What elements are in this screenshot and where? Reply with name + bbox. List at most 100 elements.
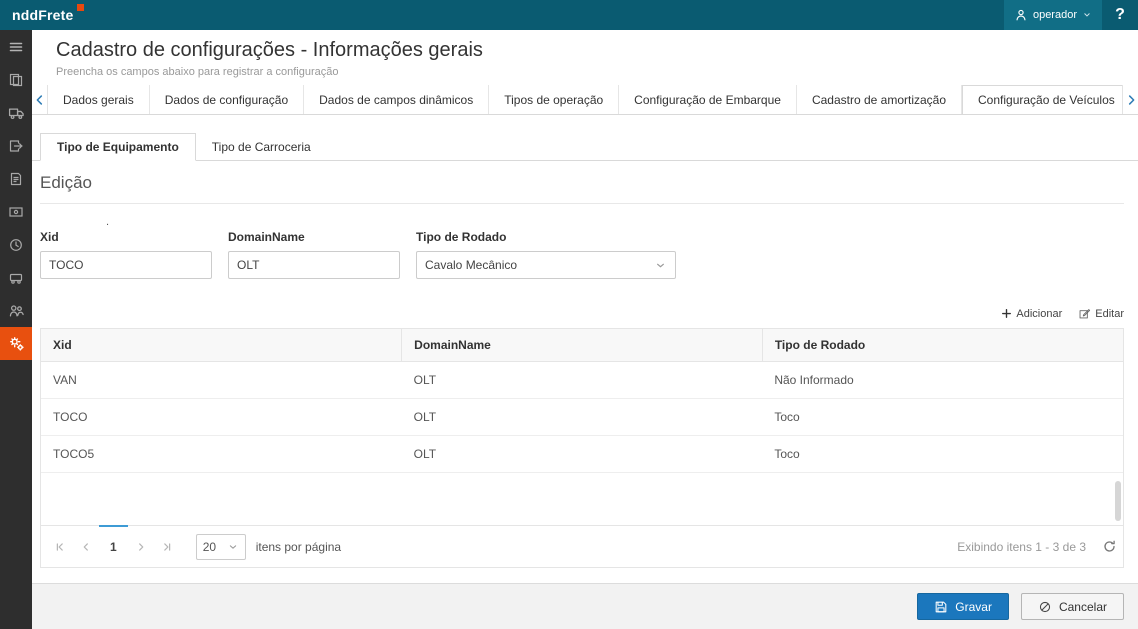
sidebar-item-users[interactable]: [0, 294, 32, 327]
edit-pencil-icon: [1078, 307, 1091, 320]
cell-xid: TOCO: [41, 399, 402, 436]
table-row[interactable]: VAN OLT Não Informado: [41, 362, 1123, 399]
logo-text: nddFrete: [12, 7, 74, 23]
xid-label: Xid: [40, 230, 212, 244]
pager-next-button[interactable]: [128, 526, 154, 567]
page-title: Cadastro de configurações - Informações …: [56, 39, 1138, 62]
items-per-page-label: itens por página: [256, 540, 341, 554]
refresh-icon[interactable]: [1102, 539, 1117, 554]
tab-dados-gerais[interactable]: Dados gerais: [48, 85, 150, 114]
panel-body: Edição . Xid DomainName Tipo de Rodado C…: [32, 161, 1138, 583]
data-grid: Xid DomainName Tipo de Rodado VAN OLT Nã…: [40, 328, 1124, 568]
main-tabs: Dados gerais Dados de configuração Dados…: [48, 85, 1122, 114]
pager-last-button[interactable]: [154, 526, 180, 567]
add-button[interactable]: Adicionar: [1001, 308, 1062, 320]
sidebar-item-document[interactable]: [0, 162, 32, 195]
tabs-scroll-right-button[interactable]: [1122, 85, 1138, 114]
pager-status: Exibindo itens 1 - 3 de 3: [957, 540, 1086, 554]
sidebar-item-copy[interactable]: [0, 63, 32, 96]
invoice-icon: [8, 204, 24, 220]
pager-first-button[interactable]: [47, 526, 73, 567]
next-page-icon: [134, 540, 148, 554]
chevron-down-icon: [1082, 10, 1092, 20]
pager-current-page[interactable]: 1: [99, 525, 128, 567]
vehicle-icon: [8, 270, 24, 286]
cancel-button[interactable]: Cancelar: [1021, 593, 1124, 620]
plus-icon: [1001, 308, 1012, 319]
xid-input[interactable]: [40, 251, 212, 279]
cancel-icon: [1038, 600, 1052, 614]
tab-dados-de-campos-dinamicos[interactable]: Dados de campos dinâmicos: [304, 85, 489, 114]
sidebar-item-truck[interactable]: [0, 96, 32, 129]
cell-domainname: OLT: [402, 399, 763, 436]
edit-label: Editar: [1095, 308, 1124, 320]
export-icon: [8, 138, 24, 154]
edit-form: . Xid DomainName Tipo de Rodado Cavalo M…: [40, 230, 1124, 279]
pager: 1 20 itens por página Exibindo itens 1 -…: [41, 525, 1123, 567]
users-icon: [8, 302, 25, 319]
tipo-de-rodado-value: Cavalo Mecânico: [425, 258, 517, 272]
tabs-scroll-left-button[interactable]: [32, 85, 48, 114]
column-header-tipo-de-rodado[interactable]: Tipo de Rodado: [762, 329, 1123, 362]
cell-xid: VAN: [41, 362, 402, 399]
spacer: [32, 115, 1138, 133]
save-button[interactable]: Gravar: [917, 593, 1009, 620]
last-page-icon: [160, 540, 174, 554]
save-floppy-icon: [934, 600, 948, 614]
help-button[interactable]: ?: [1102, 0, 1138, 30]
stray-dot: .: [106, 216, 109, 228]
main-tabstrip: Dados gerais Dados de configuração Dados…: [32, 85, 1138, 115]
main-content: Cadastro de configurações - Informações …: [32, 30, 1138, 629]
tab-configuracao-de-veiculos[interactable]: Configuração de Veículos: [962, 85, 1122, 114]
tab-dados-de-configuracao[interactable]: Dados de configuração: [150, 85, 304, 114]
column-header-domainname[interactable]: DomainName: [402, 329, 763, 362]
table-row[interactable]: TOCO5 OLT Toco: [41, 436, 1123, 473]
logo-flag-icon: [77, 4, 84, 11]
sidebar-item-settings[interactable]: [0, 327, 32, 360]
column-header-xid[interactable]: Xid: [41, 329, 402, 362]
page-size-select[interactable]: 20: [196, 534, 246, 560]
table-row[interactable]: TOCO OLT Toco: [41, 399, 1123, 436]
tab-cadastro-de-amortizacao[interactable]: Cadastro de amortização: [797, 85, 962, 114]
grid-header-row: Xid DomainName Tipo de Rodado: [41, 329, 1123, 362]
tipo-de-rodado-select[interactable]: Cavalo Mecânico: [416, 251, 676, 279]
sub-tabstrip: Tipo de Equipamento Tipo de Carroceria: [32, 133, 1138, 161]
pager-prev-button[interactable]: [73, 526, 99, 567]
domainname-input[interactable]: [228, 251, 400, 279]
page-header: Cadastro de configurações - Informações …: [32, 30, 1138, 85]
sidebar-item-export[interactable]: [0, 129, 32, 162]
sidebar: [0, 30, 32, 629]
topbar: nddFrete operador ?: [0, 0, 1138, 30]
tab-tipos-de-operacao[interactable]: Tipos de operação: [489, 85, 619, 114]
sidebar-item-vehicle[interactable]: [0, 261, 32, 294]
cell-tipo-de-rodado: Toco: [762, 436, 1123, 473]
prev-page-icon: [79, 540, 93, 554]
sidebar-item-billing[interactable]: [0, 228, 32, 261]
action-footer: Gravar Cancelar: [32, 583, 1138, 629]
chevron-right-icon: [1124, 93, 1138, 107]
cell-domainname: OLT: [402, 362, 763, 399]
sidebar-item-invoice[interactable]: [0, 195, 32, 228]
grid-scrollbar[interactable]: [1115, 481, 1121, 521]
cell-tipo-de-rodado: Não Informado: [762, 362, 1123, 399]
sidebar-item-menu[interactable]: [0, 30, 32, 63]
section-title: Edição: [40, 161, 1124, 204]
subtab-tipo-de-carroceria[interactable]: Tipo de Carroceria: [196, 133, 327, 160]
grid-empty-area: [41, 473, 1123, 525]
chevron-down-icon: [227, 541, 239, 553]
chevron-down-icon: [654, 259, 667, 272]
menu-icon: [8, 39, 24, 55]
page-size-value: 20: [203, 540, 216, 554]
add-label: Adicionar: [1016, 308, 1062, 320]
tipo-de-rodado-label: Tipo de Rodado: [416, 230, 676, 244]
subtab-tipo-de-equipamento[interactable]: Tipo de Equipamento: [40, 133, 196, 161]
user-menu[interactable]: operador: [1004, 0, 1102, 30]
field-tipo-de-rodado: Tipo de Rodado Cavalo Mecânico: [416, 230, 676, 279]
truck-icon: [8, 104, 25, 121]
user-icon: [1014, 8, 1028, 22]
tab-configuracao-de-embarque[interactable]: Configuração de Embarque: [619, 85, 797, 114]
app-logo: nddFrete: [12, 7, 84, 23]
edit-button[interactable]: Editar: [1078, 307, 1124, 320]
cell-xid: TOCO5: [41, 436, 402, 473]
field-xid: Xid: [40, 230, 212, 279]
